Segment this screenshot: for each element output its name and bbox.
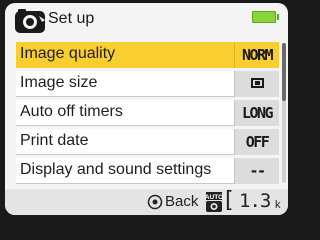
menu-item-image-quality[interactable]: Image quality NORM: [16, 42, 279, 68]
menu-item-label: Image quality: [20, 45, 116, 62]
camera-menu-screen: Set up Image quality NORM Image size Aut…: [5, 3, 288, 215]
menu-item-value: [234, 71, 279, 97]
battery-icon: [252, 11, 279, 23]
page-title: Set up: [48, 10, 95, 27]
menu-item-value: --: [234, 158, 279, 184]
auto-mode-icon: AUTO: [205, 192, 223, 212]
menu-item-print-date[interactable]: Print date OFF: [16, 129, 279, 155]
menu-item-image-size[interactable]: Image size: [16, 71, 279, 97]
back-label[interactable]: Back: [165, 193, 198, 210]
menu-item-display-sound-settings[interactable]: Display and sound settings --: [16, 158, 279, 184]
menu-item-value: LONG: [234, 100, 279, 126]
menu-item-label: Auto off timers: [20, 103, 123, 120]
setup-menu-list: Image quality NORM Image size Auto off t…: [16, 42, 279, 187]
menu-scrollbar[interactable]: [282, 43, 286, 183]
menu-item-auto-off-timers[interactable]: Auto off timers LONG: [16, 100, 279, 126]
remaining-bracket: [: [225, 188, 234, 213]
scrollbar-thumb[interactable]: [282, 43, 286, 101]
status-footer: Back AUTO [ 1.3 k: [5, 188, 288, 215]
menu-item-value: NORM: [234, 42, 279, 68]
remaining-exposures: 1.3: [239, 190, 271, 212]
menu-header: Set up: [5, 3, 288, 39]
menu-item-label: Display and sound settings: [20, 161, 212, 178]
menu-item-label: Print date: [20, 132, 89, 149]
image-size-icon: [250, 78, 264, 88]
menu-item-value: OFF: [234, 129, 279, 155]
menu-item-label: Image size: [20, 74, 98, 91]
setup-camera-icon: [15, 9, 45, 33]
remaining-unit: k: [275, 199, 281, 211]
svg-text:AUTO: AUTO: [205, 194, 223, 201]
multi-selector-icon: [147, 194, 163, 210]
